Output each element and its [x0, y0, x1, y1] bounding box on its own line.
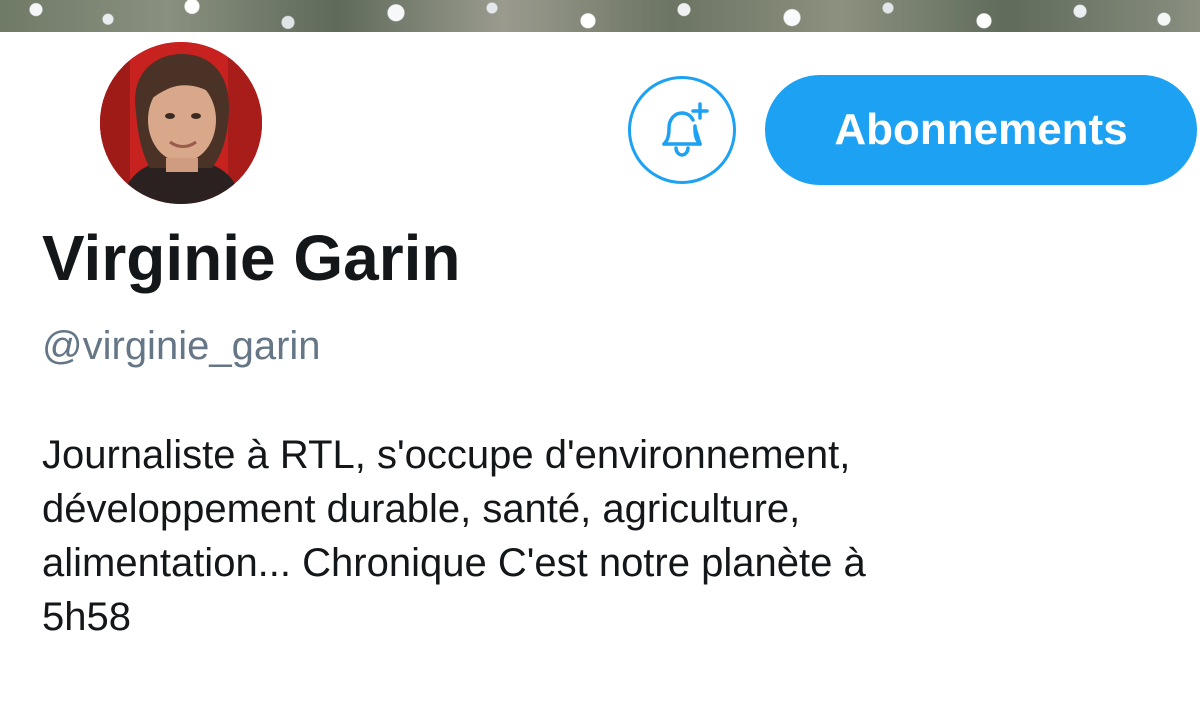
following-button[interactable]: Abonnements — [765, 75, 1197, 185]
notifications-button[interactable] — [628, 76, 736, 184]
profile-name: Virginie Garin — [42, 222, 461, 294]
bio-line: 5h58 — [42, 595, 131, 639]
avatar-portrait — [100, 42, 262, 204]
profile-page: Abonnements Virginie Garin @virginie_gar… — [0, 0, 1200, 710]
profile-banner — [0, 0, 1200, 32]
profile-bio: Journaliste à RTL, s'occupe d'environnem… — [42, 428, 1162, 644]
profile-handle[interactable]: @virginie_garin — [42, 320, 321, 372]
bio-line: alimentation... Chronique C'est notre pl… — [42, 541, 866, 585]
avatar[interactable] — [96, 38, 266, 208]
bio-line: développement durable, santé, agricultur… — [42, 487, 801, 531]
bell-plus-icon — [662, 102, 709, 157]
bio-line: Journaliste à RTL, s'occupe d'environnem… — [42, 433, 851, 477]
